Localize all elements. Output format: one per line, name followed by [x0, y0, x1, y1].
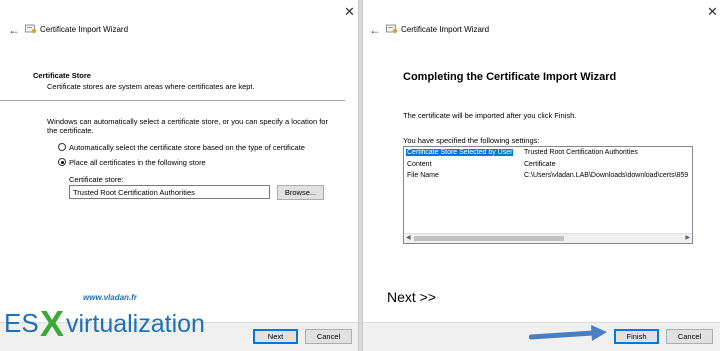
logo-es-text: ES — [4, 308, 39, 338]
certificate-store-field[interactable]: Trusted Root Certification Authorities — [69, 185, 270, 199]
wizard-title: Certificate Import Wizard — [40, 25, 129, 34]
cancel-button[interactable]: Cancel — [305, 329, 352, 344]
intro-text-line2: the certificate. — [47, 126, 94, 135]
certificate-store-label: Certificate store: — [69, 175, 124, 184]
logo-x-text: X — [40, 303, 64, 344]
scroll-thumb[interactable] — [414, 236, 564, 241]
back-arrow-icon[interactable]: ← — [8, 23, 20, 37]
divider — [0, 100, 345, 101]
radio-place-in-store[interactable] — [58, 158, 66, 166]
completing-heading: Completing the Certificate Import Wizard — [403, 71, 617, 83]
pointer-arrow-icon — [529, 325, 607, 341]
cancel-button[interactable]: Cancel — [666, 329, 713, 344]
logo-site-text: www.vladan.fr — [83, 293, 138, 302]
settings-value: C:\Users\vladan.LAB\Downloads\download\c… — [524, 172, 689, 179]
settings-value: Trusted Root Certification Authorities — [524, 149, 638, 156]
right-wizard-window: ✕ ← Certificate Import Wizard Completing… — [362, 0, 720, 351]
close-icon[interactable]: ✕ — [344, 4, 355, 20]
next-overlay-text: Next >> — [387, 289, 437, 305]
esxvirtualization-logo: www.vladan.fr ES X virtualization — [4, 293, 205, 344]
section-title: Certificate Store — [33, 71, 91, 80]
logo-virtualization-text: virtualization — [66, 310, 205, 338]
certificate-wizard-icon — [25, 24, 37, 34]
settings-value: Certificate — [524, 161, 556, 168]
certificate-wizard-icon — [386, 24, 398, 34]
settings-label: You have specified the following setting… — [403, 136, 540, 145]
browse-button[interactable]: Browse... — [277, 185, 324, 200]
next-button[interactable]: Next — [253, 329, 298, 344]
settings-key: Certificate Store Selected by User — [406, 149, 514, 156]
back-arrow-icon[interactable]: ← — [369, 23, 381, 37]
close-icon[interactable]: ✕ — [707, 4, 718, 20]
radio-auto-select-label[interactable]: Automatically select the certificate sto… — [69, 143, 305, 152]
settings-key: Content — [407, 161, 432, 168]
radio-auto-select[interactable] — [58, 143, 66, 151]
settings-key: File Name — [407, 172, 439, 179]
section-description: Certificate stores are system areas wher… — [47, 82, 255, 91]
left-wizard-window: ✕ ← Certificate Import Wizard Certificat… — [0, 0, 359, 351]
wizard-title: Certificate Import Wizard — [401, 25, 490, 34]
radio-place-in-store-label[interactable]: Place all certificates in the following … — [69, 158, 206, 167]
import-description: The certificate will be imported after y… — [403, 111, 577, 120]
settings-list[interactable]: Certificate Store Selected by User Trust… — [403, 146, 693, 244]
horizontal-scrollbar[interactable]: ◀ ▶ — [404, 233, 692, 243]
scroll-left-icon[interactable]: ◀ — [406, 234, 411, 243]
finish-button[interactable]: Finish — [614, 329, 659, 344]
intro-text-line1: Windows can automatically select a certi… — [47, 117, 328, 126]
scroll-right-icon[interactable]: ▶ — [685, 234, 690, 243]
